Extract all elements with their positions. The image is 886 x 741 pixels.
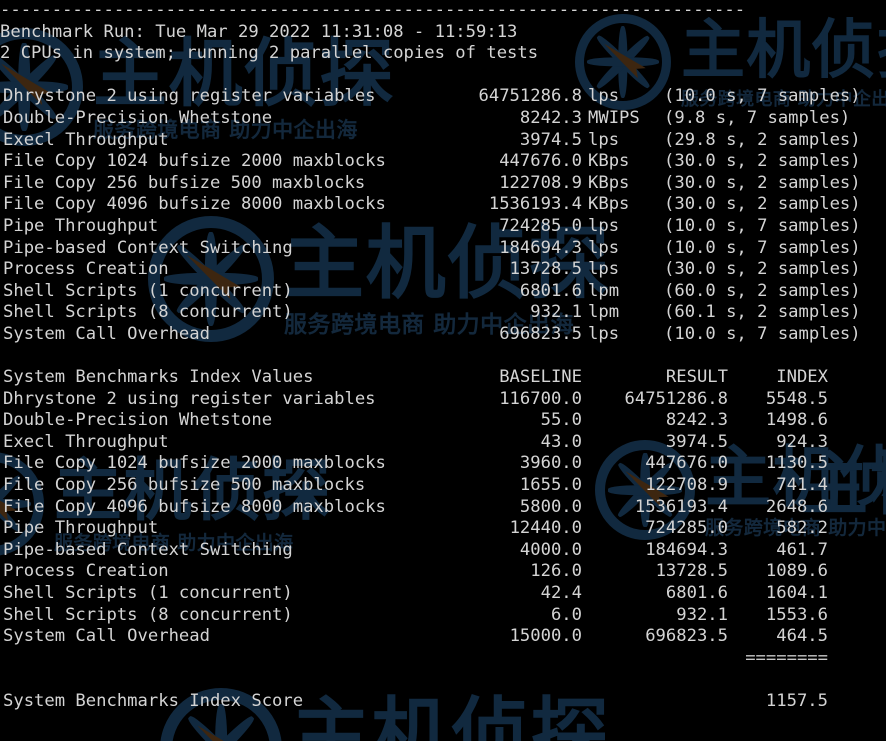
- index-value-row: File Copy 4096 bufsize 8000 maxblocks 580…: [0, 497, 886, 519]
- benchmark-output: ----------------------------------------…: [0, 0, 886, 713]
- index-value-row: Dhrystone 2 using register variables 1167…: [0, 389, 886, 411]
- index-value-row: Shell Scripts (1 concurrent) 42.4 6801.6 16…: [0, 583, 886, 605]
- index-value-row: File Copy 256 bufsize 500 maxblocks 1655.…: [0, 475, 886, 497]
- index-value-row: Pipe-based Context Switching 4000.0 184694…: [0, 540, 886, 562]
- benchmark-result-row: Shell Scripts (1 concurrent) 6801.6 lpm (60…: [0, 281, 886, 303]
- benchmark-index: 461.7: [776, 539, 828, 560]
- benchmark-result-row: Process Creation 13728.5 lps (30.0 s, 2 sam…: [0, 259, 886, 281]
- raw-results-table: Dhrystone 2 using register variables 6475…: [0, 86, 886, 345]
- benchmark-run-header: Benchmark Run: Tue Mar 29 2022 11:31:08 …: [0, 21, 518, 42]
- benchmark-unit: lps: [588, 129, 620, 150]
- index-score-value: 1157.5: [765, 691, 828, 711]
- benchmark-result-row: Pipe Throughput 724285.0 lps (10.0 s, 7 sam…: [0, 216, 886, 238]
- benchmark-value: 184694.3: [499, 237, 582, 258]
- benchmark-samples: (10.0 s, 7 samples): [664, 215, 861, 236]
- index-table-header-row: System Benchmarks Index Values BASELINE …: [0, 367, 886, 389]
- benchmark-index: 1553.6: [765, 604, 828, 625]
- benchmark-value: 6801.6: [519, 280, 582, 301]
- cpu-count-header: 2 CPUs in system; running 2 parallel cop…: [0, 43, 539, 64]
- benchmark-value: 724285.0: [499, 215, 582, 236]
- benchmark-value: 13728.5: [509, 259, 582, 280]
- index-value-row: Execl Throughput 43.0 3974.5 924.3: [0, 432, 886, 454]
- benchmark-result-row: Shell Scripts (8 concurrent) 932.1 lpm (60.…: [0, 302, 886, 324]
- benchmark-result-row: System Call Overhead 696823.5 lps (10.0 s, …: [0, 324, 886, 346]
- benchmark-result-row: File Copy 1024 bufsize 2000 maxblocks 447…: [0, 151, 886, 173]
- benchmark-index: 582.2: [776, 518, 828, 539]
- index-value-row: File Copy 1024 bufsize 2000 maxblocks 396…: [0, 453, 886, 475]
- benchmark-result-row: Double-Precision Whetstone 8242.3 MWIPS (9.…: [0, 108, 886, 130]
- benchmark-samples: (9.8 s, 7 samples): [664, 107, 851, 128]
- benchmark-unit: lpm: [588, 280, 620, 301]
- benchmark-index: 1604.1: [765, 583, 828, 604]
- index-value-row: System Call Overhead 15000.0 696823.5 464.5: [0, 626, 886, 648]
- separator-rule: ----------------------------------------…: [0, 0, 746, 20]
- benchmark-value: 8242.3: [519, 107, 582, 128]
- terminal-window: 主机侦探 服务跨境电商 助力中企出海 主机侦探 服务跨境电商 助力中企出海: [0, 0, 886, 741]
- benchmark-unit: lps: [588, 323, 620, 344]
- benchmark-unit: lps: [588, 259, 620, 280]
- benchmark-index: 1498.6: [765, 410, 828, 431]
- benchmark-index: 924.3: [776, 431, 828, 452]
- benchmark-value: 122708.9: [499, 172, 582, 193]
- benchmark-index: 1089.6: [765, 561, 828, 582]
- benchmark-index: 741.4: [776, 475, 828, 496]
- benchmark-value: 1536193.4: [488, 194, 582, 215]
- benchmark-samples: (10.0 s, 7 samples): [664, 323, 861, 344]
- index-value-row: Shell Scripts (8 concurrent) 6.0 932.1 1553…: [0, 605, 886, 627]
- index-score-row: System Benchmarks Index Score 1157.5: [0, 691, 886, 713]
- benchmark-value: 932.1: [530, 302, 582, 323]
- benchmark-samples: (29.8 s, 2 samples): [664, 129, 861, 150]
- benchmark-samples: (60.0 s, 2 samples): [664, 280, 861, 301]
- score-rule-row: ========: [0, 648, 886, 670]
- benchmark-unit: lps: [588, 86, 620, 107]
- benchmark-unit: lps: [588, 237, 620, 258]
- benchmark-samples: (30.0 s, 2 samples): [664, 194, 861, 215]
- benchmark-result-row: Execl Throughput 3974.5 lps (29.8 s, 2 samp…: [0, 130, 886, 152]
- benchmark-samples: (10.0 s, 7 samples): [664, 86, 861, 107]
- benchmark-value: 3974.5: [519, 129, 582, 150]
- benchmark-result-row: File Copy 4096 bufsize 8000 maxblocks 153…: [0, 194, 886, 216]
- benchmark-unit: KBps: [588, 151, 630, 172]
- benchmark-samples: (30.0 s, 2 samples): [664, 172, 861, 193]
- benchmark-value: 696823.5: [499, 323, 582, 344]
- benchmark-unit: KBps: [588, 172, 630, 193]
- index-value-row: Double-Precision Whetstone 55.0 8242.3 1498…: [0, 410, 886, 432]
- benchmark-unit: lpm: [588, 302, 620, 323]
- benchmark-unit: lps: [588, 215, 620, 236]
- column-header-index: INDEX: [776, 367, 828, 388]
- benchmark-samples: (30.0 s, 2 samples): [664, 259, 861, 280]
- index-value-row: Pipe Throughput 12440.0 724285.0 582.2: [0, 518, 886, 540]
- benchmark-samples: (60.1 s, 2 samples): [664, 302, 861, 323]
- benchmark-samples: (10.0 s, 7 samples): [664, 237, 861, 258]
- benchmark-value: 447676.0: [499, 151, 582, 172]
- benchmark-result-row: File Copy 256 bufsize 500 maxblocks 12270…: [0, 173, 886, 195]
- benchmark-result-row: Pipe-based Context Switching 184694.3 lps(…: [0, 238, 886, 260]
- benchmark-index: 2648.6: [765, 496, 828, 517]
- benchmark-index: 1130.5: [765, 453, 828, 474]
- benchmark-value: 64751286.8: [478, 86, 582, 107]
- benchmark-index: 5548.5: [765, 388, 828, 409]
- benchmark-samples: (30.0 s, 2 samples): [664, 151, 861, 172]
- benchmark-unit: MWIPS: [588, 107, 640, 128]
- benchmark-index: 464.5: [776, 626, 828, 647]
- index-value-row: Process Creation 126.0 13728.5 1089.6: [0, 561, 886, 583]
- equals-rule: ========: [745, 647, 828, 668]
- benchmark-unit: KBps: [588, 194, 630, 215]
- benchmark-result-row: Dhrystone 2 using register variables 6475…: [0, 86, 886, 108]
- index-values-table: Dhrystone 2 using register variables 1167…: [0, 389, 886, 648]
